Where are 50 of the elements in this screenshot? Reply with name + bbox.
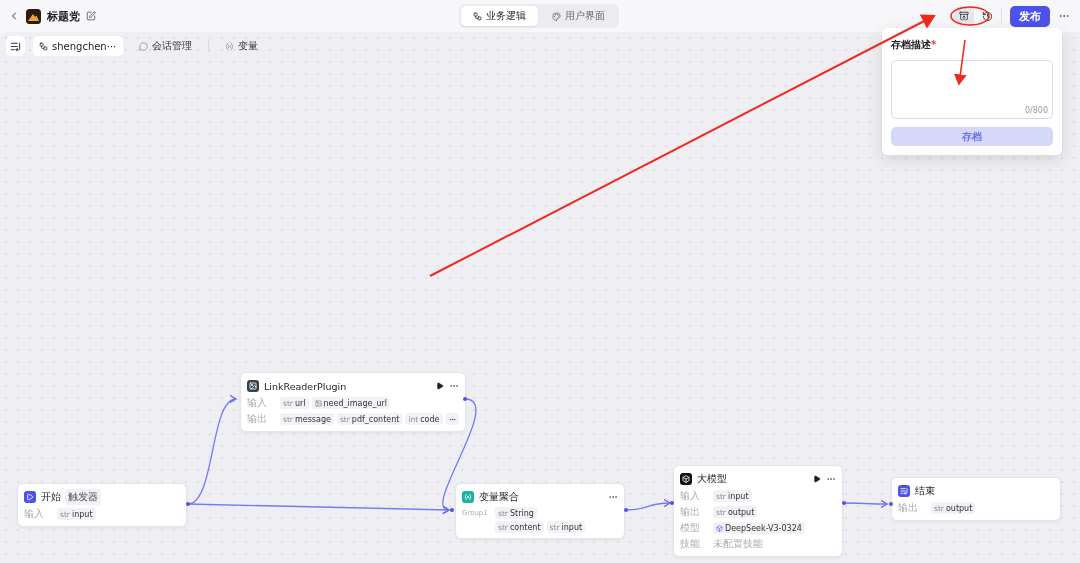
char-counter: 0/800 [1024,106,1048,115]
node-title: 大模型 [697,472,727,486]
port-dot[interactable] [624,508,628,512]
node-title: LinkReaderPlugin [264,380,347,392]
node-title: 开始 [41,490,61,504]
row-label: 输入 [247,396,268,410]
annotation-circle [950,6,990,26]
nodes-icon [473,11,482,21]
run-icon[interactable] [813,475,821,483]
workflow-tab[interactable]: shengchen⋯ [33,36,123,56]
sidebar-toggle[interactable] [6,36,25,56]
variable-icon [224,41,234,51]
port-dot[interactable] [450,508,454,512]
port-dot[interactable] [463,397,467,401]
port-dot[interactable] [186,502,190,506]
chat-icon [138,41,148,51]
param-tag: need_image_url [311,397,391,409]
toolbar-item[interactable]: 会话管理 [130,36,200,56]
row-label: 输出 [898,501,919,515]
node-badge: 触发器 [65,489,101,505]
toolbar-item[interactable]: 变量 [216,36,266,56]
publish-button[interactable]: 发布 [1010,5,1050,27]
app-title: 标题党 [47,8,80,24]
node-title: 结束 [915,484,935,498]
node-title: 变量聚合 [479,490,519,504]
model-tag: DeepSeek-V3-0324 [713,522,805,534]
description-field[interactable] [891,60,1053,119]
edit-icon[interactable] [86,11,96,21]
view-tab[interactable]: 用户界面 [540,6,617,26]
app-logo [26,8,41,24]
row-label: 输出 [680,505,701,519]
connector-line [625,498,671,511]
port-dot[interactable] [670,501,674,505]
row-label: 模型 [680,521,701,535]
more-icon[interactable] [445,413,459,425]
row-label: 技能 [680,537,701,551]
row-label: 输入 [24,507,45,521]
menu-icon [10,40,21,52]
port-dot[interactable] [842,501,846,505]
row-label: 输入 [680,489,701,503]
row-label: 输出 [247,412,268,426]
view-tab[interactable]: 业务逻辑 [461,6,538,26]
run-icon[interactable] [435,382,444,390]
annotation-arrow [953,39,967,86]
field-label: 存档描述* [891,38,937,52]
row-value: 未配置技能 [713,537,763,551]
connector-line [843,499,888,509]
port-dot[interactable] [889,502,893,506]
palette-icon [552,11,561,21]
nodes-icon [39,41,48,51]
